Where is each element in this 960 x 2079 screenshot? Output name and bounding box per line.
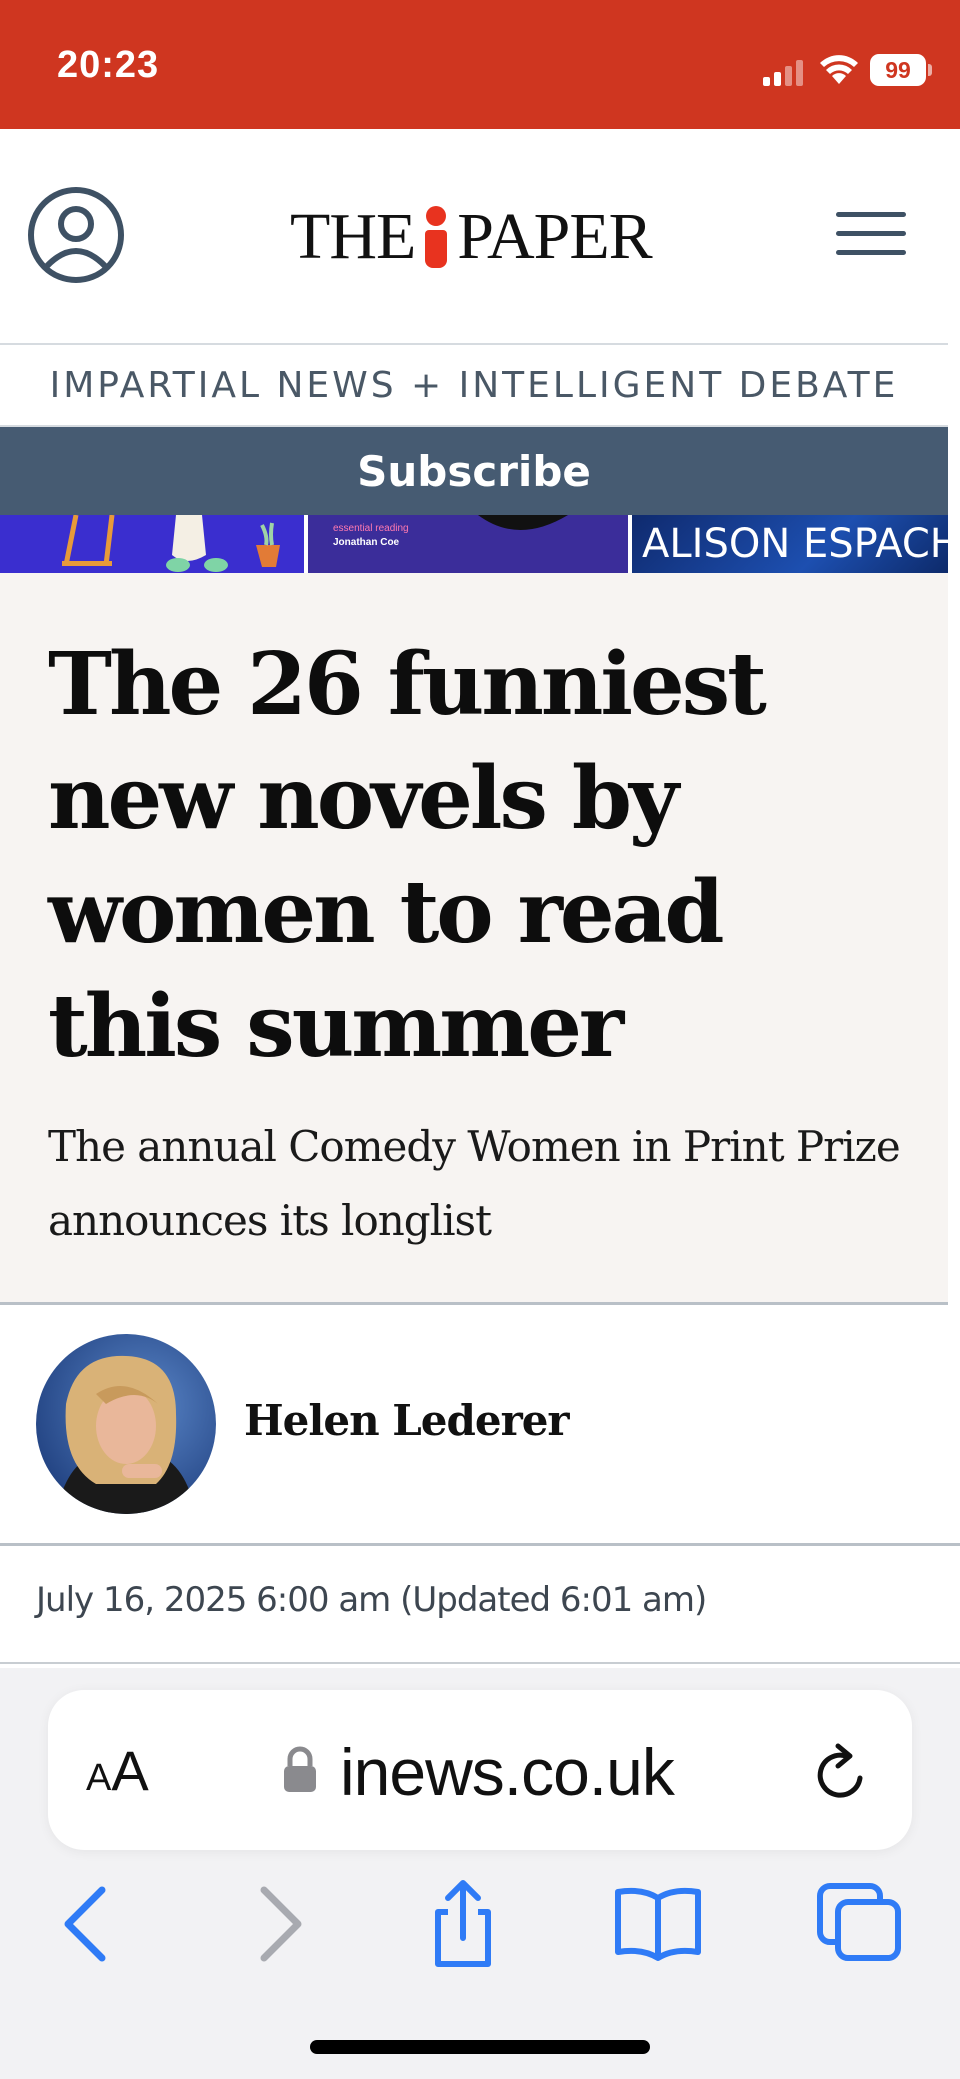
site-logo[interactable]: THE PAPER (290, 200, 653, 273)
byline-divider (0, 1543, 960, 1546)
text-size-button[interactable]: AA (86, 1738, 149, 1803)
article-standfirst: The annual Comedy Women in Print Prize a… (48, 1122, 901, 1245)
article-dateline: July 16, 2025 6:00 am (Updated 6:01 am) (36, 1580, 707, 1620)
carousel-tile[interactable] (0, 515, 304, 573)
status-time: 20:23 (57, 44, 160, 86)
tabs-icon[interactable] (816, 1878, 906, 1968)
bookmarks-icon[interactable] (612, 1878, 704, 1968)
dateline-divider (0, 1662, 960, 1664)
tagline: IMPARTIAL NEWS + INTELLIGENT DEBATE (0, 345, 948, 425)
carousel-tile[interactable]: essential reading Jonathan Coe (308, 515, 628, 573)
account-icon[interactable] (27, 186, 125, 284)
carousel-tile-title: ALISON ESPACH (642, 521, 948, 567)
reload-icon[interactable] (812, 1742, 872, 1806)
battery-level: 99 (870, 54, 926, 86)
author-name[interactable]: Helen Lederer (244, 1396, 570, 1445)
book-cover-illustration (478, 515, 568, 530)
home-indicator[interactable] (310, 2040, 650, 2054)
share-icon[interactable] (418, 1878, 508, 1968)
article-headline: The 26 funniest new novels by women to r… (48, 634, 767, 1077)
forward-icon[interactable] (236, 1878, 326, 1968)
related-carousel-strip: essential reading Jonathan Coe ALISON ES… (0, 515, 948, 573)
cellular-signal-icon (763, 60, 803, 86)
author-photo (36, 1334, 216, 1514)
subscribe-button[interactable]: Subscribe (0, 427, 948, 515)
logo-paper: PAPER (457, 200, 652, 273)
battery-icon: 99 (870, 54, 932, 86)
page: 20:23 99 THE PAPER IMPARTIAL NEWS + INTE… (0, 0, 960, 2079)
url-text[interactable]: inews.co.uk (340, 1734, 675, 1810)
wifi-icon (820, 55, 858, 84)
book-cover-illustration (62, 515, 280, 572)
lock-icon (284, 1746, 316, 1792)
avatar[interactable] (36, 1334, 216, 1514)
carousel-tile[interactable]: ALISON ESPACH (632, 515, 948, 573)
status-bar: 20:23 99 (0, 0, 960, 129)
logo-the: THE (290, 200, 416, 273)
logo-i-mark (423, 206, 449, 268)
back-icon[interactable] (40, 1878, 130, 1968)
hamburger-menu-icon[interactable] (836, 210, 906, 258)
